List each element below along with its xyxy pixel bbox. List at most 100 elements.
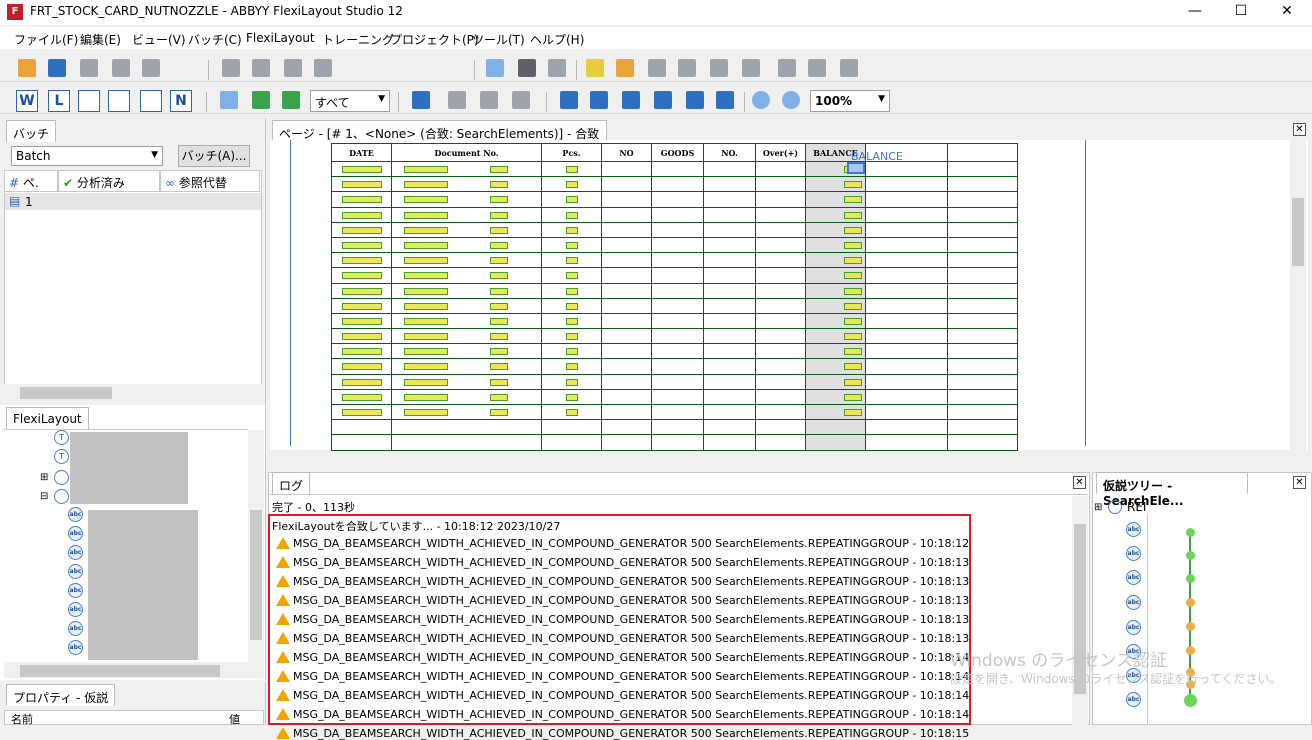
hypothesis-node[interactable] [1186, 646, 1195, 655]
abc-element-icon[interactable]: abc [68, 640, 83, 655]
menu-training[interactable]: トレーニング [322, 31, 394, 48]
abc-element-icon[interactable]: abc [1126, 570, 1141, 585]
column-analyzed[interactable]: ✔ 分析済み [58, 170, 160, 192]
zoom-out-icon[interactable] [780, 89, 802, 111]
save-icon[interactable] [46, 57, 68, 79]
open-icon[interactable] [16, 57, 38, 79]
zoom-region-icon[interactable] [614, 57, 636, 79]
rotate-right-icon[interactable] [588, 89, 610, 111]
menu-view[interactable]: ビュー(V) [132, 31, 186, 48]
menu-file[interactable]: ファイル(F) [14, 31, 78, 48]
column-page-sort[interactable]: # ペ. [4, 170, 58, 192]
filter-select[interactable]: すべて ▼ [310, 90, 390, 112]
properties-tab[interactable]: プロパティ - 仮説 [6, 684, 116, 706]
delete-region-icon[interactable] [740, 57, 762, 79]
abc-element-icon[interactable]: abc [68, 564, 83, 579]
log-tab[interactable]: ログ [272, 472, 311, 494]
pointer-icon[interactable] [484, 57, 506, 79]
hypothesis-root-label[interactable]: REI [1127, 500, 1146, 514]
hypothesis-node[interactable] [1186, 574, 1195, 583]
lines-toggle-icon[interactable]: L [48, 90, 70, 112]
hypothesis-node[interactable] [1186, 551, 1195, 560]
column-refs[interactable]: ∞ 参照代替 [160, 170, 260, 192]
batch-hscroll[interactable] [4, 384, 262, 400]
barcode-toggle-icon[interactable] [108, 90, 130, 112]
close-button[interactable]: ✕ [1264, 0, 1310, 25]
cut-icon[interactable] [78, 57, 100, 79]
menu-tools[interactable]: ツール(T) [472, 31, 525, 48]
show-hypotheses-icon[interactable] [280, 89, 302, 111]
flexilayout-hscroll[interactable] [4, 662, 264, 678]
move-down-icon[interactable] [250, 57, 272, 79]
log-entry[interactable]: MSG_DA_BEAMSEARCH_WIDTH_ACHIEVED_IN_COMP… [276, 632, 969, 645]
hypothesis-tree-tab[interactable]: 仮説ツリー - SearchEle... [1096, 472, 1248, 508]
rotate-left-icon[interactable] [558, 89, 580, 111]
expand-icon[interactable]: ⊞ [40, 472, 48, 483]
hypothesis-node[interactable] [1186, 622, 1195, 631]
log-entry[interactable]: MSG_DA_BEAMSEARCH_WIDTH_ACHIEVED_IN_COMP… [276, 575, 969, 588]
maximize-button[interactable]: ☐ [1218, 0, 1264, 25]
log-entry[interactable]: MSG_DA_BEAMSEARCH_WIDTH_ACHIEVED_IN_COMP… [276, 727, 969, 740]
words-toggle-icon[interactable]: W [16, 90, 38, 112]
abc-element-icon[interactable]: abc [68, 526, 83, 541]
close-icon[interactable]: ✕ [1293, 123, 1306, 136]
grid-toggle-icon[interactable] [78, 90, 100, 112]
log-entry[interactable]: MSG_DA_BEAMSEARCH_WIDTH_ACHIEVED_IN_COMP… [276, 613, 969, 626]
log-entry[interactable]: MSG_DA_BEAMSEARCH_WIDTH_ACHIEVED_IN_COMP… [276, 689, 969, 702]
align-icon[interactable] [478, 89, 500, 111]
page-hscroll[interactable] [270, 451, 1290, 467]
batch-tab[interactable]: バッチ [6, 120, 57, 142]
flexilayout-tab[interactable]: FlexiLayout [6, 407, 89, 429]
add-block-icon[interactable] [776, 57, 798, 79]
page-view-tab[interactable]: ページ - [# 1、<None> (合致: SearchElements)] … [272, 120, 607, 158]
expand-icon[interactable]: ⊞ [1094, 502, 1102, 513]
move-up-icon[interactable] [220, 57, 242, 79]
abc-element-icon[interactable]: abc [68, 621, 83, 636]
log-entry[interactable]: MSG_DA_BEAMSEARCH_WIDTH_ACHIEVED_IN_COMP… [276, 594, 969, 607]
region-icon[interactable] [584, 57, 606, 79]
hypothesis-node[interactable] [1186, 528, 1195, 537]
menu-flexilayout[interactable]: FlexiLayout [246, 31, 315, 45]
document-icon[interactable] [684, 89, 706, 111]
menu-help[interactable]: ヘルプ(H) [530, 31, 584, 48]
page-vscroll[interactable] [1290, 140, 1306, 450]
text-element-icon[interactable]: T [54, 449, 69, 464]
distribute-icon[interactable] [510, 89, 532, 111]
repeating-group-icon[interactable] [54, 489, 69, 504]
batch-button[interactable]: バッチ(A)... [178, 145, 250, 167]
move-top-icon[interactable] [282, 57, 304, 79]
add-table-icon[interactable] [806, 57, 828, 79]
copy-icon[interactable] [110, 57, 132, 79]
menu-batch[interactable]: バッチ(C) [188, 31, 242, 48]
abc-element-icon[interactable]: abc [68, 545, 83, 560]
menu-project[interactable]: プロジェクト(P) [390, 31, 479, 48]
text-element-icon[interactable]: T [54, 430, 69, 445]
log-vscroll[interactable] [1072, 496, 1088, 725]
log-entry[interactable]: MSG_DA_BEAMSEARCH_WIDTH_ACHIEVED_IN_COMP… [276, 556, 969, 569]
batch-row-1[interactable]: ▤ 1 [5, 193, 261, 210]
hypothesis-node[interactable] [1184, 694, 1197, 707]
show-blocks-icon[interactable] [218, 89, 240, 111]
zoom-select[interactable]: 100% ▼ [810, 90, 890, 112]
menu-edit[interactable]: 編集(E) [80, 31, 121, 48]
hypothesis-node[interactable] [1186, 598, 1195, 607]
log-entry[interactable]: MSG_DA_BEAMSEARCH_WIDTH_ACHIEVED_IN_COMP… [276, 651, 969, 664]
edit-region-icon[interactable] [646, 57, 668, 79]
abc-element-icon[interactable]: abc [68, 507, 83, 522]
abc-element-icon[interactable]: abc [1126, 620, 1141, 635]
hand-icon[interactable] [546, 57, 568, 79]
paste-icon[interactable] [140, 57, 162, 79]
batch-select[interactable]: Batch ▼ [11, 146, 163, 166]
abc-element-icon[interactable]: abc [1126, 595, 1141, 610]
split-region-icon[interactable] [708, 57, 730, 79]
training-icon[interactable] [410, 89, 432, 111]
minimize-button[interactable]: — [1172, 0, 1218, 25]
abc-element-icon[interactable]: abc [1126, 546, 1141, 561]
close-icon[interactable]: ✕ [1073, 476, 1086, 489]
flexilayout-vscroll[interactable] [248, 430, 264, 662]
balance-element-box[interactable] [847, 162, 865, 174]
refresh-icon[interactable] [620, 89, 642, 111]
show-elements-icon[interactable] [250, 89, 272, 111]
edit-document-icon[interactable] [714, 89, 736, 111]
abc-element-icon[interactable]: abc [1126, 522, 1141, 537]
